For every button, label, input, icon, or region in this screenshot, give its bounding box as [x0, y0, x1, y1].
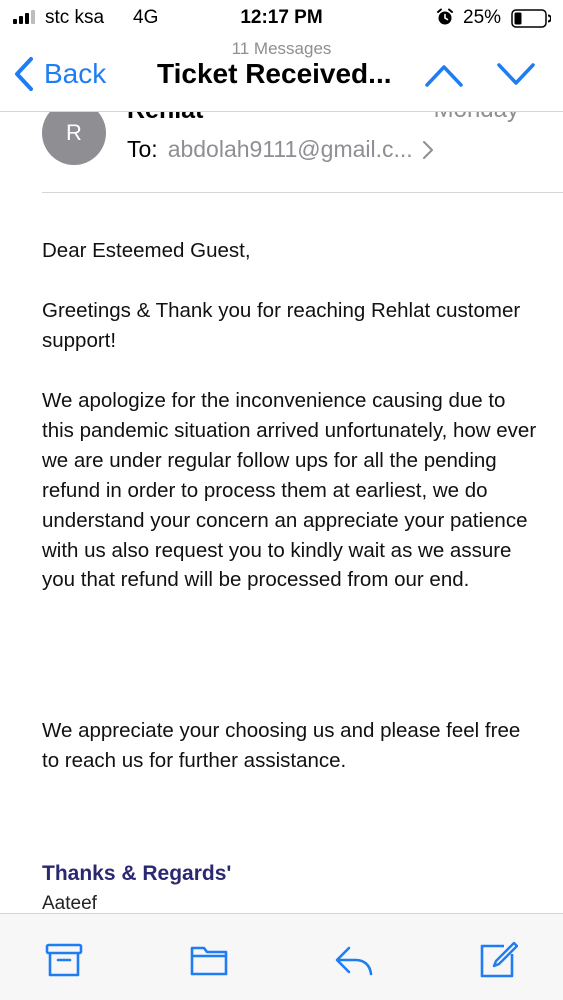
thread-title: Ticket Received...: [157, 58, 392, 89]
sender-name[interactable]: Rehlat: [127, 112, 203, 125]
avatar[interactable]: R: [42, 112, 106, 165]
navigation-bar: 11 Messages Back Ticket Received...: [0, 36, 563, 112]
email-paragraph: Greetings & Thank you for reaching Rehla…: [42, 299, 521, 352]
chevron-left-icon: [15, 57, 33, 91]
email-signoff: Thanks & Regards': [42, 862, 232, 885]
recipient-address: abdolah9111@gmail.c...: [167, 136, 413, 162]
chevron-right-icon: [422, 140, 433, 159]
email-header: R Rehlat Monday To: abdolah9111@gmail.c.…: [0, 112, 563, 194]
email-paragraph: We apologize for the inconvenience causi…: [42, 389, 537, 592]
back-button[interactable]: Back: [12, 56, 106, 92]
email-paragraph: We appreciate your choosing us and pleas…: [42, 719, 521, 772]
email-greeting: Dear Esteemed Guest,: [42, 239, 251, 262]
next-message-chevron-down-icon[interactable]: [496, 62, 536, 88]
status-bar: stc ksa 4G 12:17 PM 25%: [0, 0, 563, 36]
alarm-icon: [437, 8, 453, 25]
back-label: Back: [44, 58, 107, 89]
archive-icon[interactable]: [44, 940, 84, 980]
compose-icon[interactable]: [478, 940, 518, 980]
reply-icon[interactable]: [334, 940, 374, 980]
email-date: Monday: [434, 112, 519, 124]
battery-icon: [511, 9, 551, 28]
header-divider: [42, 192, 563, 193]
previous-message-chevron-up-icon[interactable]: [424, 62, 464, 88]
email-signer: Aateef: [42, 893, 97, 914]
folder-icon[interactable]: [189, 940, 229, 980]
battery-percentage: 25%: [463, 7, 502, 28]
to-label: To:: [127, 136, 158, 162]
recipient-row[interactable]: To: abdolah9111@gmail.c...: [127, 136, 435, 163]
bottom-toolbar: [0, 913, 563, 1000]
